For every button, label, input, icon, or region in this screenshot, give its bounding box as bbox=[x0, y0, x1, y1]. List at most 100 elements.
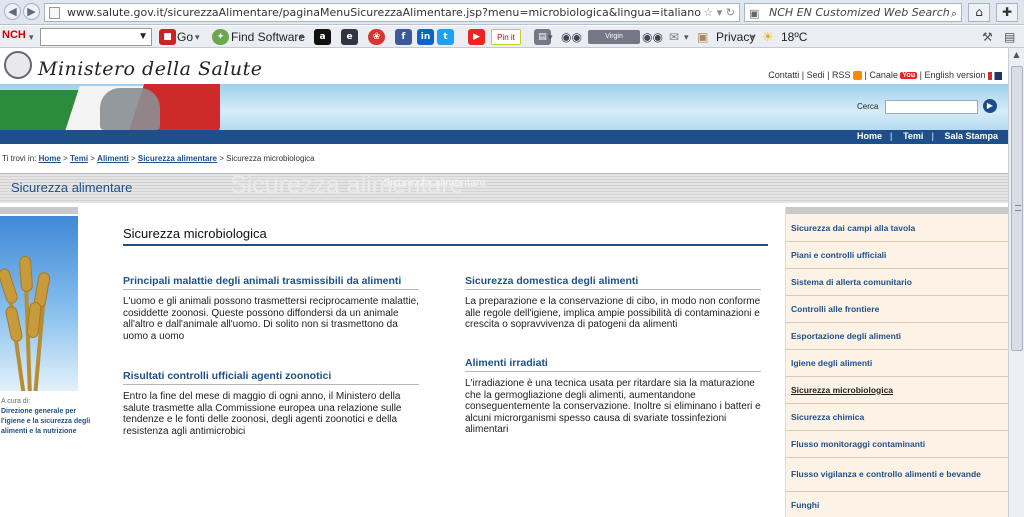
right-sidebar: Sicurezza dai campi alla tavola Piani e … bbox=[785, 207, 1008, 517]
sidebar-item[interactable]: Sicurezza chimica bbox=[786, 404, 1008, 431]
addon-icon[interactable]: ✚ bbox=[996, 3, 1018, 22]
twitter-icon[interactable]: t bbox=[437, 29, 454, 45]
sidebar-item[interactable]: Piani e controlli ufficiali bbox=[786, 242, 1008, 269]
section-title: Sicurezza alimentare bbox=[11, 180, 133, 195]
search-go-icon[interactable]: ▶ bbox=[983, 99, 997, 113]
search-icon[interactable]: ⌕ bbox=[951, 5, 957, 21]
wheat-image bbox=[0, 216, 78, 391]
breadcrumb-sicurezza-alimentare[interactable]: Sicurezza alimentare bbox=[138, 154, 217, 163]
page-title: Sicurezza microbiologica bbox=[123, 226, 267, 241]
website: Ministero della Salute Contatti | Sedi |… bbox=[0, 48, 1008, 517]
pinit-button[interactable]: Pin it bbox=[491, 29, 521, 45]
amazon-icon[interactable]: a bbox=[314, 29, 331, 45]
search-label: Cerca bbox=[857, 102, 879, 111]
stop-icon[interactable]: ■ bbox=[159, 29, 176, 45]
header-link-sedi[interactable]: Sedi bbox=[807, 70, 825, 80]
top-nav: Home | Temi | Sala Stampa bbox=[0, 130, 1008, 144]
uk-flag-icon[interactable] bbox=[988, 71, 1002, 80]
emblem-icon bbox=[4, 51, 32, 79]
breadcrumb-home[interactable]: Home bbox=[39, 154, 61, 163]
left-column: A cura di: Direzione generale per l'igie… bbox=[0, 207, 90, 517]
search-engine-icon[interactable]: ▣ bbox=[749, 5, 759, 21]
article-title[interactable]: Principali malattie degli animali trasmi… bbox=[123, 275, 419, 290]
youtube-icon[interactable]: You bbox=[900, 72, 918, 80]
volume-icon[interactable]: ◉◉ bbox=[642, 29, 663, 45]
article-title[interactable]: Alimenti irradiati bbox=[465, 357, 761, 372]
section-ghost-text-small: Sicurezza alimentare bbox=[383, 177, 486, 189]
sidebar-item[interactable]: Sicurezza dai campi alla tavola bbox=[786, 215, 1008, 242]
chevron-down-icon[interactable]: ▾ bbox=[684, 29, 689, 45]
nav-temi[interactable]: Temi bbox=[903, 131, 923, 141]
forward-icon[interactable]: ▶ bbox=[23, 3, 40, 20]
vertical-scrollbar[interactable]: ▲ bbox=[1008, 48, 1024, 517]
back-icon[interactable]: ◀ bbox=[4, 3, 21, 20]
sidebar-item[interactable]: Flusso monitoraggi contaminanti bbox=[786, 431, 1008, 458]
section-bar: Sicurezza alimentare Sicurezza alimentar… bbox=[0, 171, 1008, 203]
breadcrumb: Ti trovi in: Home > Temi > Alimenti > Si… bbox=[2, 154, 315, 163]
direzione-link[interactable]: Direzione generale per l'igiene e la sic… bbox=[1, 407, 101, 437]
sidebar-item[interactable]: Funghi bbox=[786, 492, 1008, 517]
chevron-down-icon[interactable]: ▾ bbox=[548, 29, 553, 45]
sidebar-item[interactable]: Flusso vigilanza e controllo alimenti e … bbox=[786, 458, 1008, 492]
scroll-up-icon[interactable]: ▲ bbox=[1011, 50, 1022, 62]
header-links: Contatti | Sedi | RSS | Canale You | Eng… bbox=[768, 70, 1002, 81]
mail-icon[interactable]: ✉ bbox=[669, 29, 679, 45]
header-link-rss[interactable]: RSS bbox=[832, 70, 851, 80]
sidebar-item[interactable]: Esportazione degli alimenti bbox=[786, 323, 1008, 350]
breadcrumb-current: Sicurezza microbiologica bbox=[226, 154, 315, 163]
italian-flag-image bbox=[0, 84, 220, 130]
toolbar-combo[interactable]: ▼ bbox=[40, 28, 152, 46]
breadcrumb-temi[interactable]: Temi bbox=[70, 154, 88, 163]
page-icon bbox=[49, 7, 60, 19]
gift-icon[interactable]: ❀ bbox=[368, 29, 385, 45]
site-search-input[interactable] bbox=[885, 100, 978, 114]
nav-sala-stampa[interactable]: Sala Stampa bbox=[944, 131, 998, 141]
article: Principali malattie degli animali trasmi… bbox=[123, 275, 425, 342]
breadcrumb-prefix: Ti trovi in: bbox=[2, 154, 37, 163]
home-icon[interactable]: ⌂ bbox=[968, 3, 990, 22]
refresh-icon[interactable]: ☆ ▾ ↻ bbox=[703, 4, 735, 21]
ebay-icon[interactable]: e bbox=[341, 29, 358, 45]
go-button[interactable]: Go bbox=[177, 29, 193, 45]
privacy-icon: ▣ bbox=[697, 30, 709, 44]
chevron-down-icon[interactable]: ▾ bbox=[195, 29, 200, 45]
nav-home[interactable]: Home bbox=[857, 131, 882, 141]
youtube-icon[interactable]: ▶ bbox=[468, 29, 485, 45]
url-field[interactable]: www.salute.gov.it/sicurezzaAlimentare/pa… bbox=[44, 3, 740, 22]
sidebar-item-active[interactable]: Sicurezza microbiologica bbox=[786, 377, 1008, 404]
find-software-button[interactable]: Find Software bbox=[231, 29, 305, 45]
media-station[interactable]: Virgin bbox=[588, 30, 640, 44]
article-title[interactable]: Sicurezza domestica degli alimenti bbox=[465, 275, 761, 290]
rss-icon[interactable] bbox=[853, 71, 863, 81]
article-title[interactable]: Risultati controlli ufficiali agenti zoo… bbox=[123, 370, 419, 385]
media-controls-icon[interactable]: ◉◉ bbox=[561, 29, 582, 45]
browser-window: ◀ ▶ www.salute.gov.it/sicurezzaAlimentar… bbox=[0, 0, 1024, 517]
web-search-placeholder: NCH EN Customized Web Search bbox=[769, 6, 950, 19]
header-link-contatti[interactable]: Contatti bbox=[768, 70, 799, 80]
nch-logo: NCH bbox=[2, 29, 26, 41]
linkedin-icon[interactable]: in bbox=[417, 29, 434, 45]
sidebar-item[interactable]: Controlli alle frontiere bbox=[786, 296, 1008, 323]
article: Risultati controlli ufficiali agenti zoo… bbox=[123, 370, 425, 437]
article: Sicurezza domestica degli alimenti La pr… bbox=[465, 275, 765, 331]
header-link-canale[interactable]: Canale bbox=[869, 70, 898, 80]
privacy-button[interactable]: Privacy bbox=[716, 29, 755, 45]
breadcrumb-alimenti[interactable]: Alimenti bbox=[97, 154, 129, 163]
wrench-icon[interactable]: ⚒ bbox=[982, 29, 993, 45]
web-search-field[interactable]: ▣ NCH EN Customized Web Search ⌕ bbox=[744, 3, 962, 22]
article-body: L'irradiazione è una tecnica usata per r… bbox=[465, 378, 761, 435]
facebook-icon[interactable]: f bbox=[395, 29, 412, 45]
weather-icon: ☀ bbox=[762, 29, 774, 44]
chevron-down-icon[interactable]: ▾ bbox=[29, 29, 34, 45]
article-body: Entro la fine del mese di maggio di ogni… bbox=[123, 391, 402, 437]
chevron-down-icon[interactable]: ▾ bbox=[751, 29, 756, 45]
site-logo[interactable]: Ministero della Salute bbox=[38, 58, 263, 80]
scrollbar-thumb[interactable] bbox=[1011, 66, 1023, 351]
site-banner: Cerca ▶ bbox=[0, 84, 1008, 130]
chevron-down-icon[interactable]: ▾ bbox=[299, 29, 304, 45]
sidebar-item[interactable]: Igiene degli alimenti bbox=[786, 350, 1008, 377]
weather-temp[interactable]: 18ºC bbox=[781, 29, 807, 45]
sidebar-item[interactable]: Sistema di allerta comunitario bbox=[786, 269, 1008, 296]
menu-icon[interactable]: ▤ bbox=[1004, 29, 1015, 45]
header-link-english[interactable]: English version bbox=[924, 70, 985, 80]
